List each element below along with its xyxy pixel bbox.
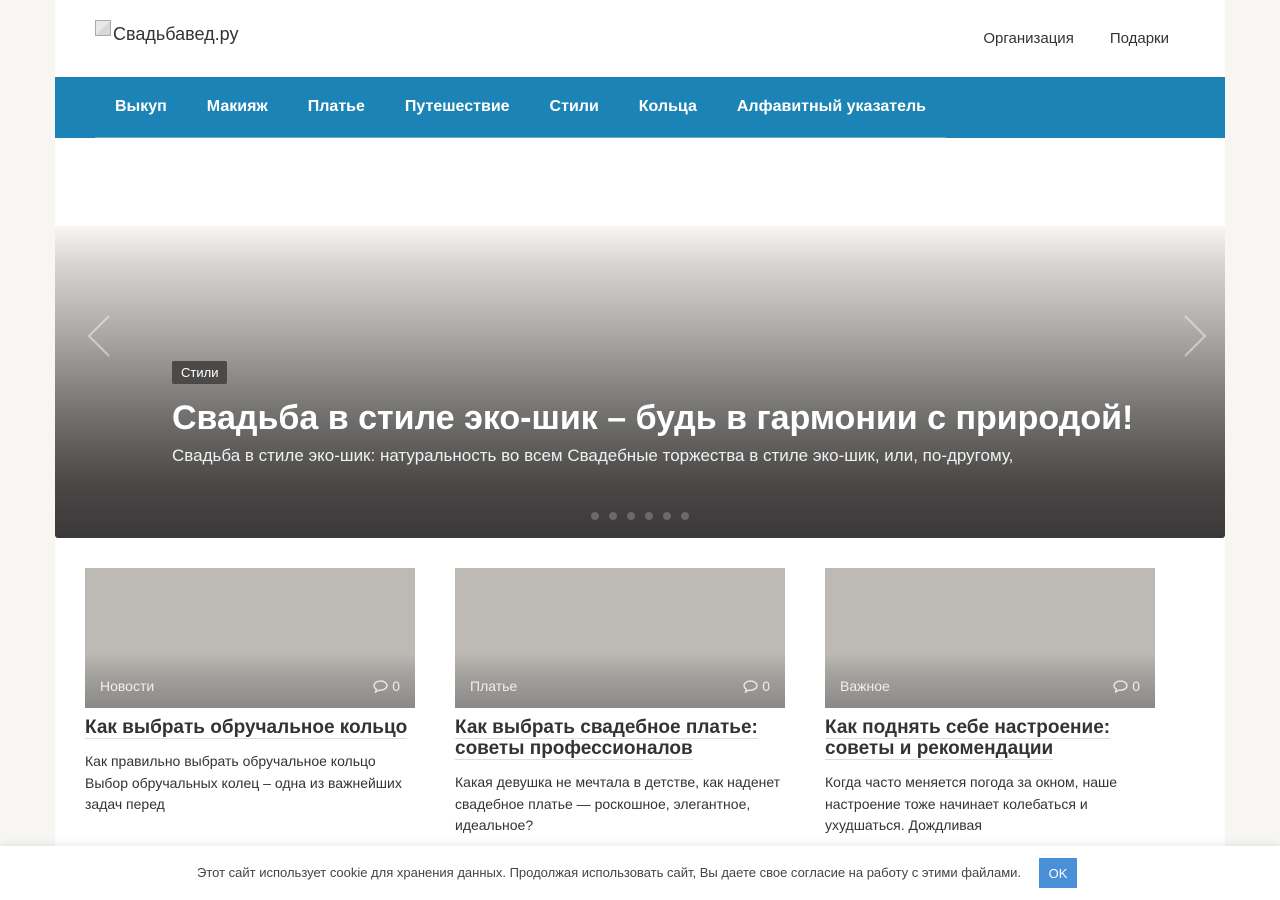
post-title[interactable]: Как выбрать обручальное кольцо bbox=[85, 717, 415, 739]
nav-link-ransom[interactable]: Выкуп bbox=[115, 98, 167, 116]
nav-link-rings[interactable]: Кольца bbox=[639, 98, 697, 116]
nav-item-rings: Кольца bbox=[619, 77, 717, 137]
slide-category-badge[interactable]: Стили bbox=[172, 361, 228, 384]
comment-icon bbox=[743, 679, 758, 693]
nav-item-travel: Путешествие bbox=[385, 77, 530, 137]
comment-icon bbox=[1113, 679, 1128, 693]
nav-item-index: Алфавитный указатель bbox=[717, 77, 946, 137]
comment-icon bbox=[373, 679, 388, 693]
comment-count: 0 bbox=[1113, 678, 1140, 694]
post-excerpt: Когда часто меняется погода за окном, на… bbox=[825, 774, 1117, 833]
comment-count: 0 bbox=[373, 678, 400, 694]
broken-image-icon bbox=[95, 20, 111, 36]
site-header: Свадьбавед.ру Организация Подарки bbox=[55, 0, 1225, 77]
site-logo[interactable]: Свадьбавед.ру bbox=[95, 20, 239, 46]
chevron-right-icon[interactable] bbox=[1181, 314, 1209, 358]
nav-item-makeup: Макияж bbox=[187, 77, 288, 137]
post-title[interactable]: Как выбрать свадебное платье: советы про… bbox=[455, 717, 785, 760]
post-category[interactable]: Важное bbox=[840, 678, 890, 694]
comment-count-value: 0 bbox=[1132, 678, 1140, 694]
slider-dot[interactable] bbox=[591, 512, 599, 520]
nav-link-dress[interactable]: Платье bbox=[308, 98, 365, 116]
slider-dot[interactable] bbox=[663, 512, 671, 520]
top-menu: Организация Подарки bbox=[983, 30, 1169, 47]
slider-pagination bbox=[591, 512, 689, 520]
nav-link-makeup[interactable]: Макияж bbox=[207, 98, 268, 116]
slide-title[interactable]: Свадьба в стиле эко-шик – будь в гармони… bbox=[172, 396, 1172, 440]
nav-item-dress: Платье bbox=[288, 77, 385, 137]
slide-excerpt: Свадьба в стиле эко-шик: натуральность в… bbox=[172, 446, 1014, 465]
comment-count-value: 0 bbox=[762, 678, 770, 694]
post-thumbnail[interactable]: Важное 0 bbox=[825, 568, 1155, 708]
cookie-notice-text: Этот сайт использует cookie для хранения… bbox=[197, 865, 1022, 880]
post-category[interactable]: Новости bbox=[100, 678, 154, 694]
main-navigation: Выкуп Макияж Платье Путешествие Стили Ко… bbox=[55, 77, 1225, 138]
slider-dot[interactable] bbox=[627, 512, 635, 520]
post-thumbnail[interactable]: Новости 0 bbox=[85, 568, 415, 708]
cookie-notice-bar: Этот сайт использует cookie для хранения… bbox=[0, 846, 1280, 900]
post-category[interactable]: Платье bbox=[470, 678, 517, 694]
post-excerpt: Как правильно выбрать обручальное кольцо… bbox=[85, 753, 402, 812]
slider-dot[interactable] bbox=[609, 512, 617, 520]
comment-count-value: 0 bbox=[392, 678, 400, 694]
page-container: Свадьбавед.ру Организация Подарки Выкуп … bbox=[55, 0, 1225, 900]
top-link-gifts[interactable]: Подарки bbox=[1110, 30, 1169, 47]
nav-link-travel[interactable]: Путешествие bbox=[405, 98, 510, 116]
slider-dot[interactable] bbox=[645, 512, 653, 520]
post-excerpt: Какая девушка не мечтала в детстве, как … bbox=[455, 774, 781, 833]
post-thumbnail[interactable]: Платье 0 bbox=[455, 568, 785, 708]
logo-alt-text: Свадьбавед.ру bbox=[113, 23, 239, 44]
featured-slider: Стили Свадьба в стиле эко-шик – будь в г… bbox=[55, 226, 1225, 538]
nav-item-styles: Стили bbox=[530, 77, 619, 137]
post-card: Платье 0 Как выбрать свадебное платье: с… bbox=[455, 568, 785, 837]
nav-link-styles[interactable]: Стили bbox=[550, 98, 599, 116]
post-card: Новости 0 Как выбрать обручальное кольцо… bbox=[85, 568, 415, 816]
slider-dot[interactable] bbox=[681, 512, 689, 520]
comment-count: 0 bbox=[743, 678, 770, 694]
nav-item-ransom: Выкуп bbox=[95, 77, 187, 137]
chevron-left-icon[interactable] bbox=[85, 314, 113, 358]
post-title[interactable]: Как поднять себе настроение: советы и ре… bbox=[825, 717, 1155, 760]
cookie-accept-button[interactable]: OK bbox=[1039, 858, 1077, 888]
top-link-organization[interactable]: Организация bbox=[983, 30, 1073, 47]
post-card: Важное 0 Как поднять себе настроение: со… bbox=[825, 568, 1155, 837]
nav-link-alphabetical-index[interactable]: Алфавитный указатель bbox=[737, 98, 926, 116]
